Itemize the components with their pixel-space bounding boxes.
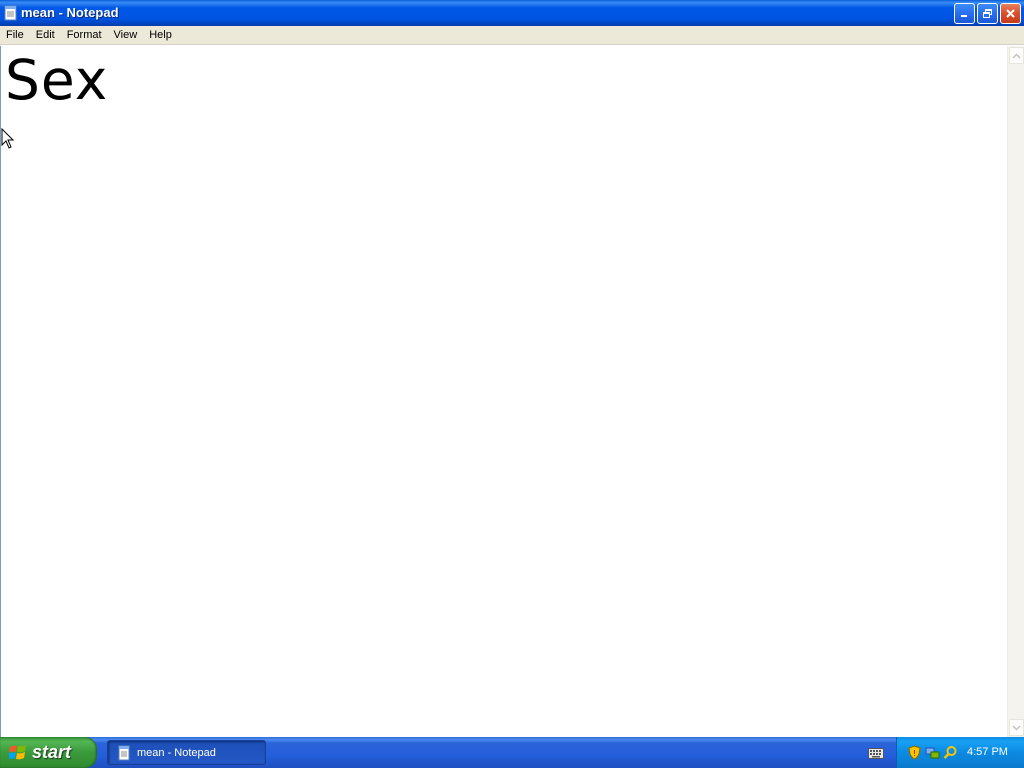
menu-bar: File Edit Format View Help xyxy=(0,26,1024,45)
scroll-down-button[interactable] xyxy=(1009,719,1024,736)
arrow-down-icon xyxy=(1012,724,1021,731)
network-icon[interactable] xyxy=(925,745,940,760)
menu-file[interactable]: File xyxy=(0,26,30,45)
close-button[interactable] xyxy=(1000,3,1021,24)
menu-view[interactable]: View xyxy=(108,26,144,45)
arrow-up-icon xyxy=(1012,52,1021,59)
search-icon[interactable] xyxy=(943,745,958,760)
vertical-scrollbar[interactable] xyxy=(1007,46,1024,737)
taskbar: start mean - Notepad ! 4:57 PM xyxy=(0,737,1024,768)
clock[interactable]: 4:57 PM xyxy=(967,746,1008,758)
mouse-pointer-icon xyxy=(1,128,15,149)
keyboard-icon[interactable] xyxy=(868,746,884,759)
start-button[interactable]: start xyxy=(0,737,97,768)
close-icon xyxy=(1006,9,1015,18)
menu-edit[interactable]: Edit xyxy=(30,26,61,45)
notepad-icon xyxy=(4,5,17,21)
restore-icon xyxy=(983,9,992,18)
taskbar-item-label: mean - Notepad xyxy=(137,747,216,759)
window-title: mean - Notepad xyxy=(21,5,119,20)
text-editor[interactable]: Sex xyxy=(0,46,1007,737)
title-bar[interactable]: mean - Notepad xyxy=(0,0,1024,26)
security-shield-icon[interactable]: ! xyxy=(907,745,922,760)
svg-text:!: ! xyxy=(913,749,916,758)
minimize-icon xyxy=(961,15,967,17)
windows-logo-icon xyxy=(9,745,26,760)
restore-button[interactable] xyxy=(977,3,998,24)
scroll-up-button[interactable] xyxy=(1009,47,1024,64)
start-label: start xyxy=(32,742,72,762)
menu-format[interactable]: Format xyxy=(61,26,108,45)
editor-content: Sex xyxy=(5,48,109,112)
minimize-button[interactable] xyxy=(954,3,975,24)
taskbar-item-notepad[interactable]: mean - Notepad xyxy=(107,740,266,765)
notepad-icon xyxy=(118,745,130,761)
system-tray: ! 4:57 PM xyxy=(896,737,1024,768)
menu-help[interactable]: Help xyxy=(143,26,178,45)
